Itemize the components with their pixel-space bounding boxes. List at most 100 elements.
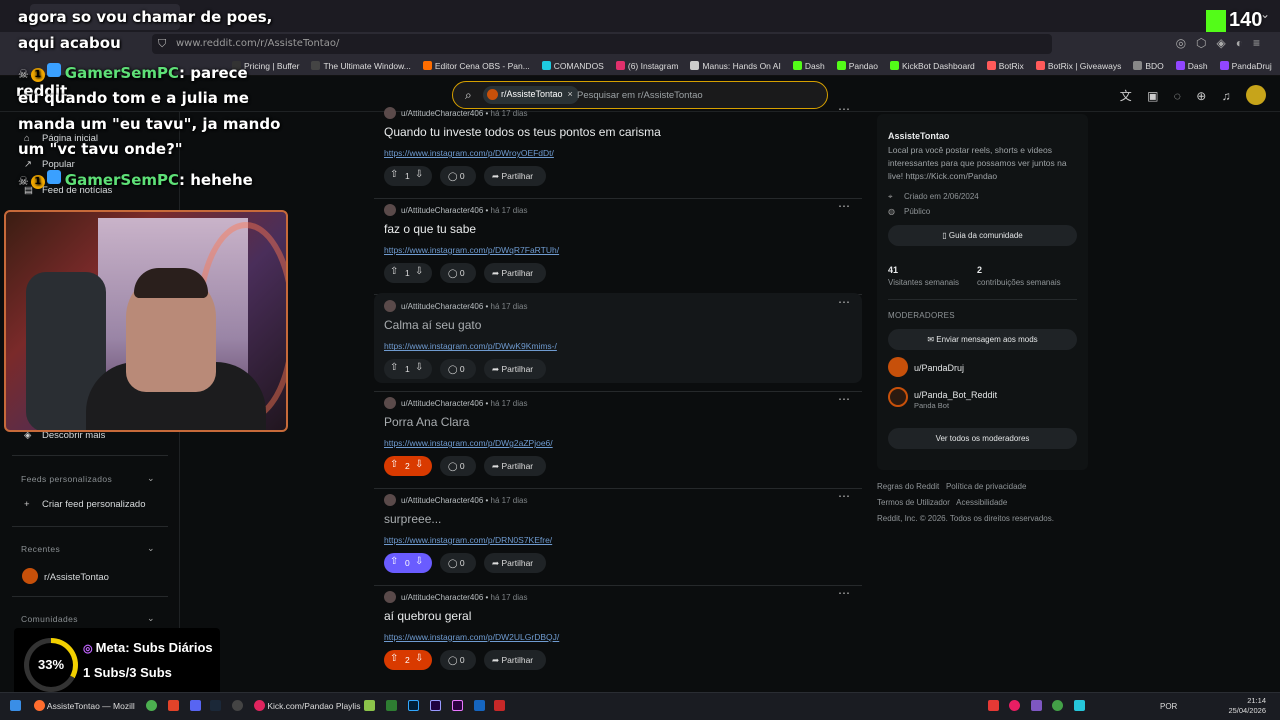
section-communities[interactable]: Comunidades ⌄ [21, 613, 155, 624]
post-link[interactable]: https://www.instagram.com/p/DWqR7FaRTUh/ [384, 245, 559, 255]
post-title[interactable]: faz o que tu sabe [384, 222, 476, 236]
upvote-icon[interactable]: ⇧ [390, 459, 398, 470]
input-language[interactable]: POR [1160, 702, 1177, 711]
comments-button[interactable]: ◯ 0 [440, 262, 476, 283]
downvote-icon[interactable]: ⇩ [415, 459, 423, 470]
clock[interactable]: 21:14 25/04/2026 [1228, 696, 1266, 716]
more-options-icon[interactable]: ⋯ [838, 489, 850, 503]
more-options-icon[interactable]: ⋯ [838, 586, 850, 600]
toolbar-icons[interactable]: ◎⬡◈◐≡ [1176, 36, 1270, 50]
comments-button[interactable]: ◯ 0 [440, 456, 476, 477]
post-card[interactable]: u/AttitudeCharacter406 • há 17 dias ⋯ Porr… [374, 390, 862, 480]
footer-rules-link[interactable]: Regras do Reddit [877, 482, 939, 491]
close-icon[interactable]: × [568, 89, 573, 99]
upvote-icon[interactable]: ⇧ [390, 266, 398, 277]
taskbar-photoshop[interactable] [408, 700, 419, 711]
share-button[interactable]: ➦ Partilhar [484, 552, 546, 573]
more-options-icon[interactable]: ⋯ [838, 392, 850, 406]
post-title[interactable]: Quando tu investe todos os teus pontos e… [384, 125, 661, 139]
taskbar-app[interactable] [146, 700, 157, 711]
post-title[interactable]: aí quebrou geral [384, 609, 471, 623]
post-author[interactable]: u/AttitudeCharacter406 [401, 109, 483, 118]
notifications-icon[interactable]: ♫ [1222, 89, 1231, 103]
create-post-icon[interactable]: ⊕ [1196, 89, 1206, 103]
share-button[interactable]: ➦ Partilhar [484, 456, 546, 477]
nav-create-feed[interactable]: + Criar feed personalizado [24, 499, 146, 510]
bookmark-item[interactable]: Pandao [836, 61, 878, 71]
post-card[interactable]: u/AttitudeCharacter406 • há 17 dias ⋯ Quan… [374, 100, 862, 190]
post-title[interactable]: surpreee... [384, 512, 441, 526]
post-card[interactable]: u/AttitudeCharacter406 • há 17 dias ⋯ Calm… [374, 293, 862, 384]
comments-button[interactable]: ◯ 0 [440, 552, 476, 573]
upvote-icon[interactable]: ⇧ [390, 653, 398, 664]
post-link[interactable]: https://www.instagram.com/p/DRN0S7KEfre/ [384, 535, 552, 545]
more-options-icon[interactable]: ⋯ [838, 295, 850, 309]
taskbar-aftereffects[interactable] [430, 700, 441, 711]
taskbar-app[interactable] [386, 700, 397, 711]
translate-icon[interactable]: 文 [1120, 87, 1132, 104]
footer-terms-link[interactable]: Termos de Utilizador [877, 498, 950, 507]
post-link[interactable]: https://www.instagram.com/p/DWroyOEFdDt/ [384, 148, 554, 158]
comments-button[interactable]: ◯ 0 [440, 649, 476, 670]
bookmark-item[interactable]: Dash [792, 61, 825, 71]
bookmark-item[interactable]: Editor Cena OBS - Pan... [422, 61, 530, 71]
share-button[interactable]: ➦ Partilhar [484, 359, 546, 380]
post-author[interactable]: u/AttitudeCharacter406 [401, 206, 483, 215]
nav-recent-subreddit[interactable]: r/AssisteTontao [22, 568, 109, 584]
post-title[interactable]: Porra Ana Clara [384, 415, 469, 429]
bookmark-item[interactable]: BotRix [986, 61, 1024, 71]
post-link[interactable]: https://www.instagram.com/p/DW2ULGrDBQJ/ [384, 632, 559, 642]
taskbar-app[interactable] [232, 700, 243, 711]
footer-accessibility-link[interactable]: Acessibilidade [956, 498, 1007, 507]
taskbar-firefox[interactable]: AssisteTontao — Mozill [34, 700, 135, 711]
upvote-icon[interactable]: ⇧ [390, 362, 398, 373]
nav-popular[interactable]: ↗ Popular [24, 159, 75, 170]
more-options-icon[interactable]: ⋯ [838, 102, 850, 116]
section-recent[interactable]: Recentes ⌄ [21, 543, 155, 554]
post-author[interactable]: u/AttitudeCharacter406 [401, 496, 483, 505]
view-all-mods-button[interactable]: Ver todos os moderadores [888, 428, 1077, 449]
bookmark-item[interactable]: Manus: Hands On AI [690, 61, 781, 71]
tray-icons[interactable] [988, 700, 1085, 711]
comments-button[interactable]: ◯ 0 [440, 166, 476, 186]
share-button[interactable]: ➦ Partilhar [484, 166, 546, 186]
post-link[interactable]: https://www.instagram.com/p/DWwK9Kmims-/ [384, 341, 557, 351]
taskbar-app[interactable] [168, 700, 179, 711]
section-custom-feeds[interactable]: Feeds personalizados ⌄ [21, 473, 155, 484]
footer-privacy-link[interactable]: Política de privacidade [946, 482, 1027, 491]
downvote-icon[interactable]: ⇩ [415, 266, 423, 277]
comments-button[interactable]: ◯ 0 [440, 359, 476, 380]
share-button[interactable]: ➦ Partilhar [484, 649, 546, 670]
bookmark-item[interactable]: COMANDOS [541, 61, 604, 71]
community-guide-button[interactable]: ▯ Guia da comunidade [888, 225, 1077, 246]
more-options-icon[interactable]: ⋯ [838, 199, 850, 213]
upvote-icon[interactable]: ⇧ [390, 556, 398, 567]
user-avatar[interactable] [1246, 85, 1266, 105]
address-bar[interactable]: ⛉ www.reddit.com/r/AssisteTontao/ [152, 34, 1052, 54]
ads-icon[interactable]: ▣ [1147, 89, 1158, 103]
taskbar-app[interactable] [190, 700, 201, 711]
share-button[interactable]: ➦ Partilhar [484, 262, 546, 283]
downvote-icon[interactable]: ⇩ [415, 169, 423, 180]
bookmark-item[interactable]: The Ultimate Window... [311, 61, 411, 71]
bookmark-item[interactable]: BotRix | Giveaways [1035, 61, 1121, 71]
downvote-icon[interactable]: ⇩ [415, 362, 423, 373]
taskbar-app[interactable] [474, 700, 485, 711]
message-mods-button[interactable]: ✉ Enviar mensagem aos mods [888, 329, 1077, 350]
bookmark-item[interactable]: (6) Instagram [615, 61, 678, 71]
bookmark-item[interactable]: KickBot Dashboard [890, 61, 975, 71]
post-author[interactable]: u/AttitudeCharacter406 [401, 302, 483, 311]
downvote-icon[interactable]: ⇩ [415, 653, 423, 664]
upvote-icon[interactable]: ⇧ [390, 169, 398, 180]
taskbar-premiere[interactable] [452, 700, 463, 711]
post-author[interactable]: u/AttitudeCharacter406 [401, 399, 483, 408]
post-link[interactable]: https://www.instagram.com/p/DWg2aZPjoe6/ [384, 438, 553, 448]
bookmark-item[interactable]: PandaDruj [1219, 61, 1272, 71]
downvote-icon[interactable]: ⇩ [415, 556, 423, 567]
bookmark-item[interactable]: Dash [1175, 61, 1208, 71]
post-author[interactable]: u/AttitudeCharacter406 [401, 593, 483, 602]
taskbar-kick[interactable]: Kick.com/Pandao Playlis [254, 700, 360, 711]
post-card[interactable]: u/AttitudeCharacter406 • há 17 dias ⋯ surp… [374, 487, 862, 577]
chat-icon[interactable]: ◌ [1174, 89, 1181, 103]
post-card[interactable]: u/AttitudeCharacter406 • há 17 dias ⋯ aí q… [374, 584, 862, 674]
